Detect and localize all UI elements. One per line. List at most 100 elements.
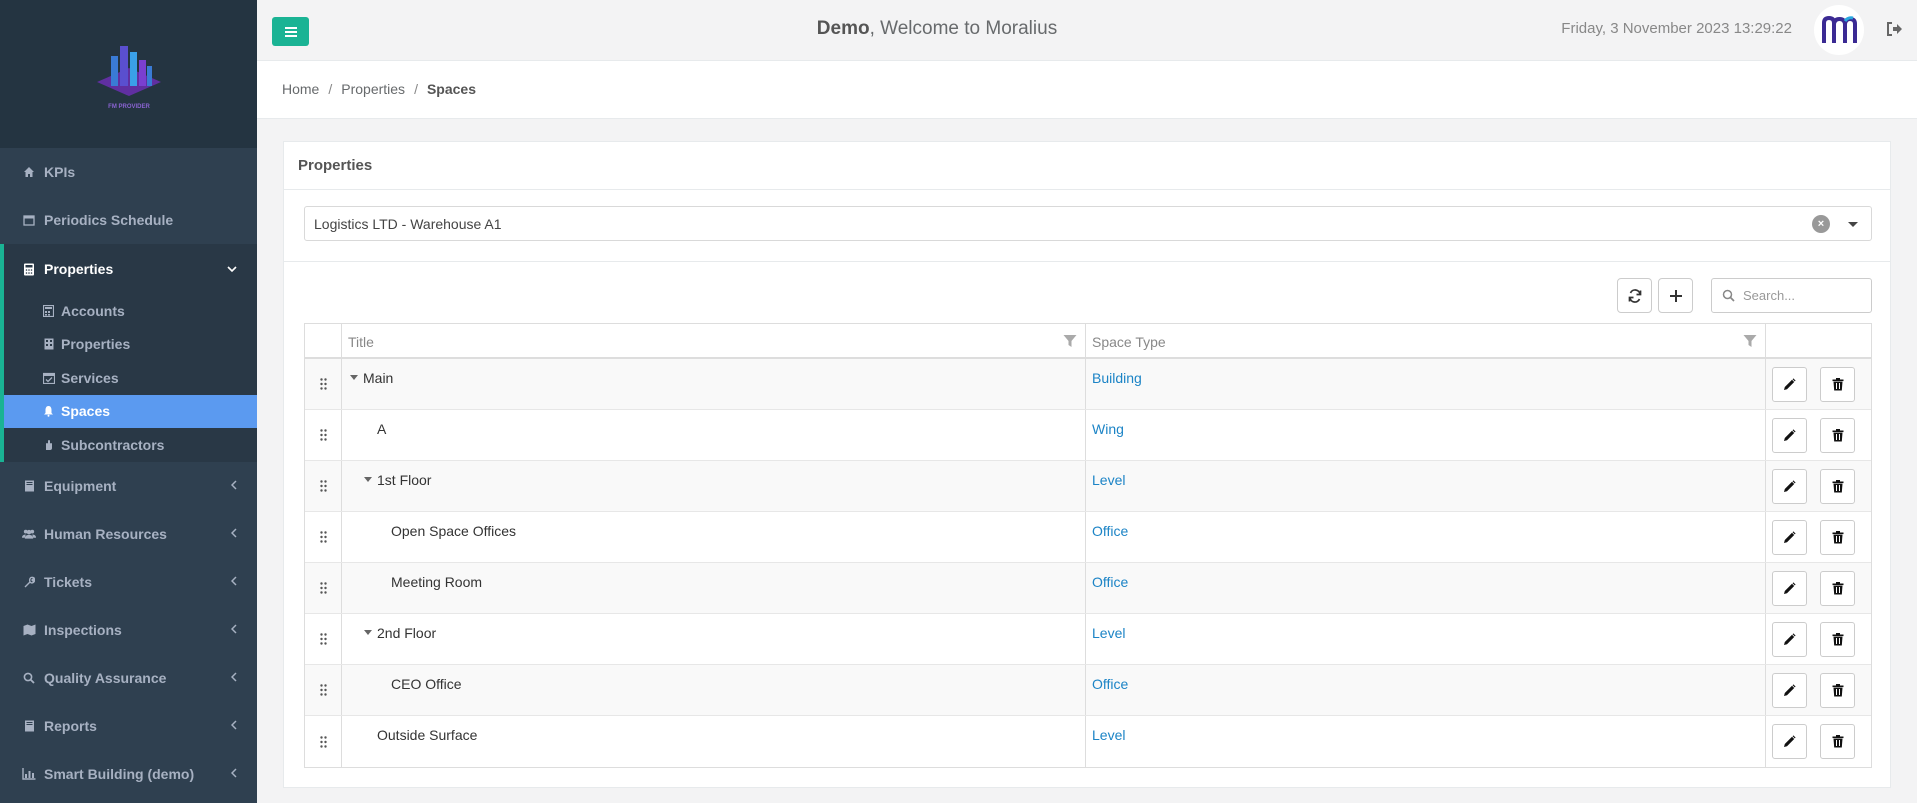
add-space-button[interactable] <box>1658 278 1693 313</box>
book-icon <box>22 479 36 493</box>
drag-handle[interactable] <box>305 716 342 767</box>
table-row[interactable]: Meeting Room Office <box>305 563 1871 614</box>
nav-smart-building[interactable]: Smart Building (demo) <box>0 750 257 798</box>
drag-handle[interactable] <box>305 665 342 715</box>
column-header-space-type[interactable]: Space Type <box>1086 324 1766 357</box>
table-row[interactable]: Open Space Offices Office <box>305 512 1871 563</box>
drag-handle-icon <box>319 735 327 748</box>
cell-actions <box>1766 359 1871 409</box>
nav-periodics-schedule[interactable]: Periodics Schedule <box>0 196 257 244</box>
chevron-left-icon <box>230 623 237 637</box>
nav-label: Inspections <box>44 621 122 638</box>
filter-icon[interactable] <box>1743 334 1757 348</box>
edit-button[interactable] <box>1772 469 1807 504</box>
edit-button[interactable] <box>1772 418 1807 453</box>
cell-title: Meeting Room <box>342 563 1086 613</box>
table-row[interactable]: Main Building <box>305 359 1871 410</box>
edit-button[interactable] <box>1772 622 1807 657</box>
chevron-left-icon <box>230 767 237 781</box>
sidebar-item-accounts[interactable]: Accounts <box>4 294 257 328</box>
filter-icon[interactable] <box>1063 334 1077 348</box>
edit-button[interactable] <box>1772 367 1807 402</box>
breadcrumb-home[interactable]: Home <box>282 81 319 97</box>
edit-button[interactable] <box>1772 673 1807 708</box>
nav-tickets[interactable]: Tickets <box>0 558 257 606</box>
expand-caret-icon[interactable] <box>364 629 372 635</box>
delete-button[interactable] <box>1820 673 1855 708</box>
drag-handle[interactable] <box>305 614 342 664</box>
clear-icon[interactable]: × <box>1812 215 1830 233</box>
delete-button[interactable] <box>1820 469 1855 504</box>
nav-equipment[interactable]: Equipment <box>0 462 257 510</box>
table-row[interactable]: CEO Office Office <box>305 665 1871 716</box>
cell-actions <box>1766 716 1871 767</box>
nav-label: Tickets <box>44 573 92 590</box>
table-row[interactable]: Outside Surface Level <box>305 716 1871 767</box>
home-icon <box>22 165 36 179</box>
space-type-link[interactable]: Building <box>1092 370 1142 386</box>
drag-handle-icon <box>319 531 327 543</box>
drag-handle[interactable] <box>305 410 342 460</box>
welcome-message: Demo, Welcome to Moralius <box>257 18 1617 40</box>
sidebar-item-properties[interactable]: Properties <box>4 328 257 362</box>
properties-submenu: Accounts Properties Services Spaces Subc… <box>0 294 257 462</box>
space-type-link[interactable]: Office <box>1092 676 1128 692</box>
edit-button[interactable] <box>1772 520 1807 555</box>
drag-handle-icon <box>319 429 327 441</box>
drag-handle[interactable] <box>305 359 342 409</box>
delete-button[interactable] <box>1820 367 1855 402</box>
actions-column-header <box>1766 324 1871 357</box>
delete-button[interactable] <box>1820 520 1855 555</box>
space-title: CEO Office <box>391 676 462 692</box>
sidebar-item-services[interactable]: Services <box>4 361 257 395</box>
nav-human-resources[interactable]: Human Resources <box>0 510 257 558</box>
edit-button[interactable] <box>1772 571 1807 606</box>
chart-icon <box>22 767 36 781</box>
nav-label: Periodics Schedule <box>44 212 174 228</box>
chevron-left-icon <box>230 575 237 589</box>
nav-inspections[interactable]: Inspections <box>0 606 257 654</box>
delete-button[interactable] <box>1820 418 1855 453</box>
sidebar-item-spaces[interactable]: Spaces <box>4 394 257 428</box>
space-type-link[interactable]: Level <box>1092 472 1125 488</box>
nav-reports[interactable]: Reports <box>0 702 257 750</box>
search-box[interactable] <box>1711 278 1872 313</box>
nav-properties[interactable]: Properties <box>0 244 257 294</box>
cell-space-type: Office <box>1086 665 1766 715</box>
trash-icon <box>1832 684 1843 697</box>
space-type-link[interactable]: Level <box>1092 727 1125 743</box>
nav-quality-assurance[interactable]: Quality Assurance <box>0 654 257 702</box>
drag-handle[interactable] <box>305 461 342 511</box>
refresh-button[interactable] <box>1617 278 1652 313</box>
cell-actions <box>1766 614 1871 664</box>
expand-caret-icon[interactable] <box>350 374 358 380</box>
space-type-link[interactable]: Office <box>1092 574 1128 590</box>
pencil-icon <box>1784 582 1796 594</box>
table-row[interactable]: 2nd Floor Level <box>305 614 1871 665</box>
delete-button[interactable] <box>1820 622 1855 657</box>
table-row[interactable]: 1st Floor Level <box>305 461 1871 512</box>
column-header-title[interactable]: Title <box>342 324 1086 357</box>
drag-handle[interactable] <box>305 563 342 613</box>
search-input[interactable] <box>1743 288 1863 303</box>
space-type-link[interactable]: Wing <box>1092 421 1124 437</box>
delete-button[interactable] <box>1820 724 1855 759</box>
avatar[interactable] <box>1814 5 1864 55</box>
delete-button[interactable] <box>1820 571 1855 606</box>
table-row[interactable]: A Wing <box>305 410 1871 461</box>
space-type-link[interactable]: Office <box>1092 523 1128 539</box>
sidebar-item-label: Services <box>61 369 119 386</box>
drag-handle[interactable] <box>305 512 342 562</box>
sidebar-item-subcontractors[interactable]: Subcontractors <box>4 428 257 462</box>
nav-kpis[interactable]: KPIs <box>0 148 257 196</box>
calendar-check-icon <box>42 371 55 384</box>
svg-text:FM PROVIDER: FM PROVIDER <box>108 104 150 110</box>
cell-actions <box>1766 461 1871 511</box>
expand-caret-icon[interactable] <box>364 476 372 482</box>
property-select[interactable]: Logistics LTD - Warehouse A1 × <box>304 206 1872 241</box>
breadcrumb-properties[interactable]: Properties <box>341 81 405 97</box>
space-type-link[interactable]: Level <box>1092 625 1125 641</box>
logout-icon[interactable] <box>1885 20 1903 38</box>
edit-button[interactable] <box>1772 724 1807 759</box>
dropdown-caret-icon[interactable] <box>1848 222 1858 227</box>
